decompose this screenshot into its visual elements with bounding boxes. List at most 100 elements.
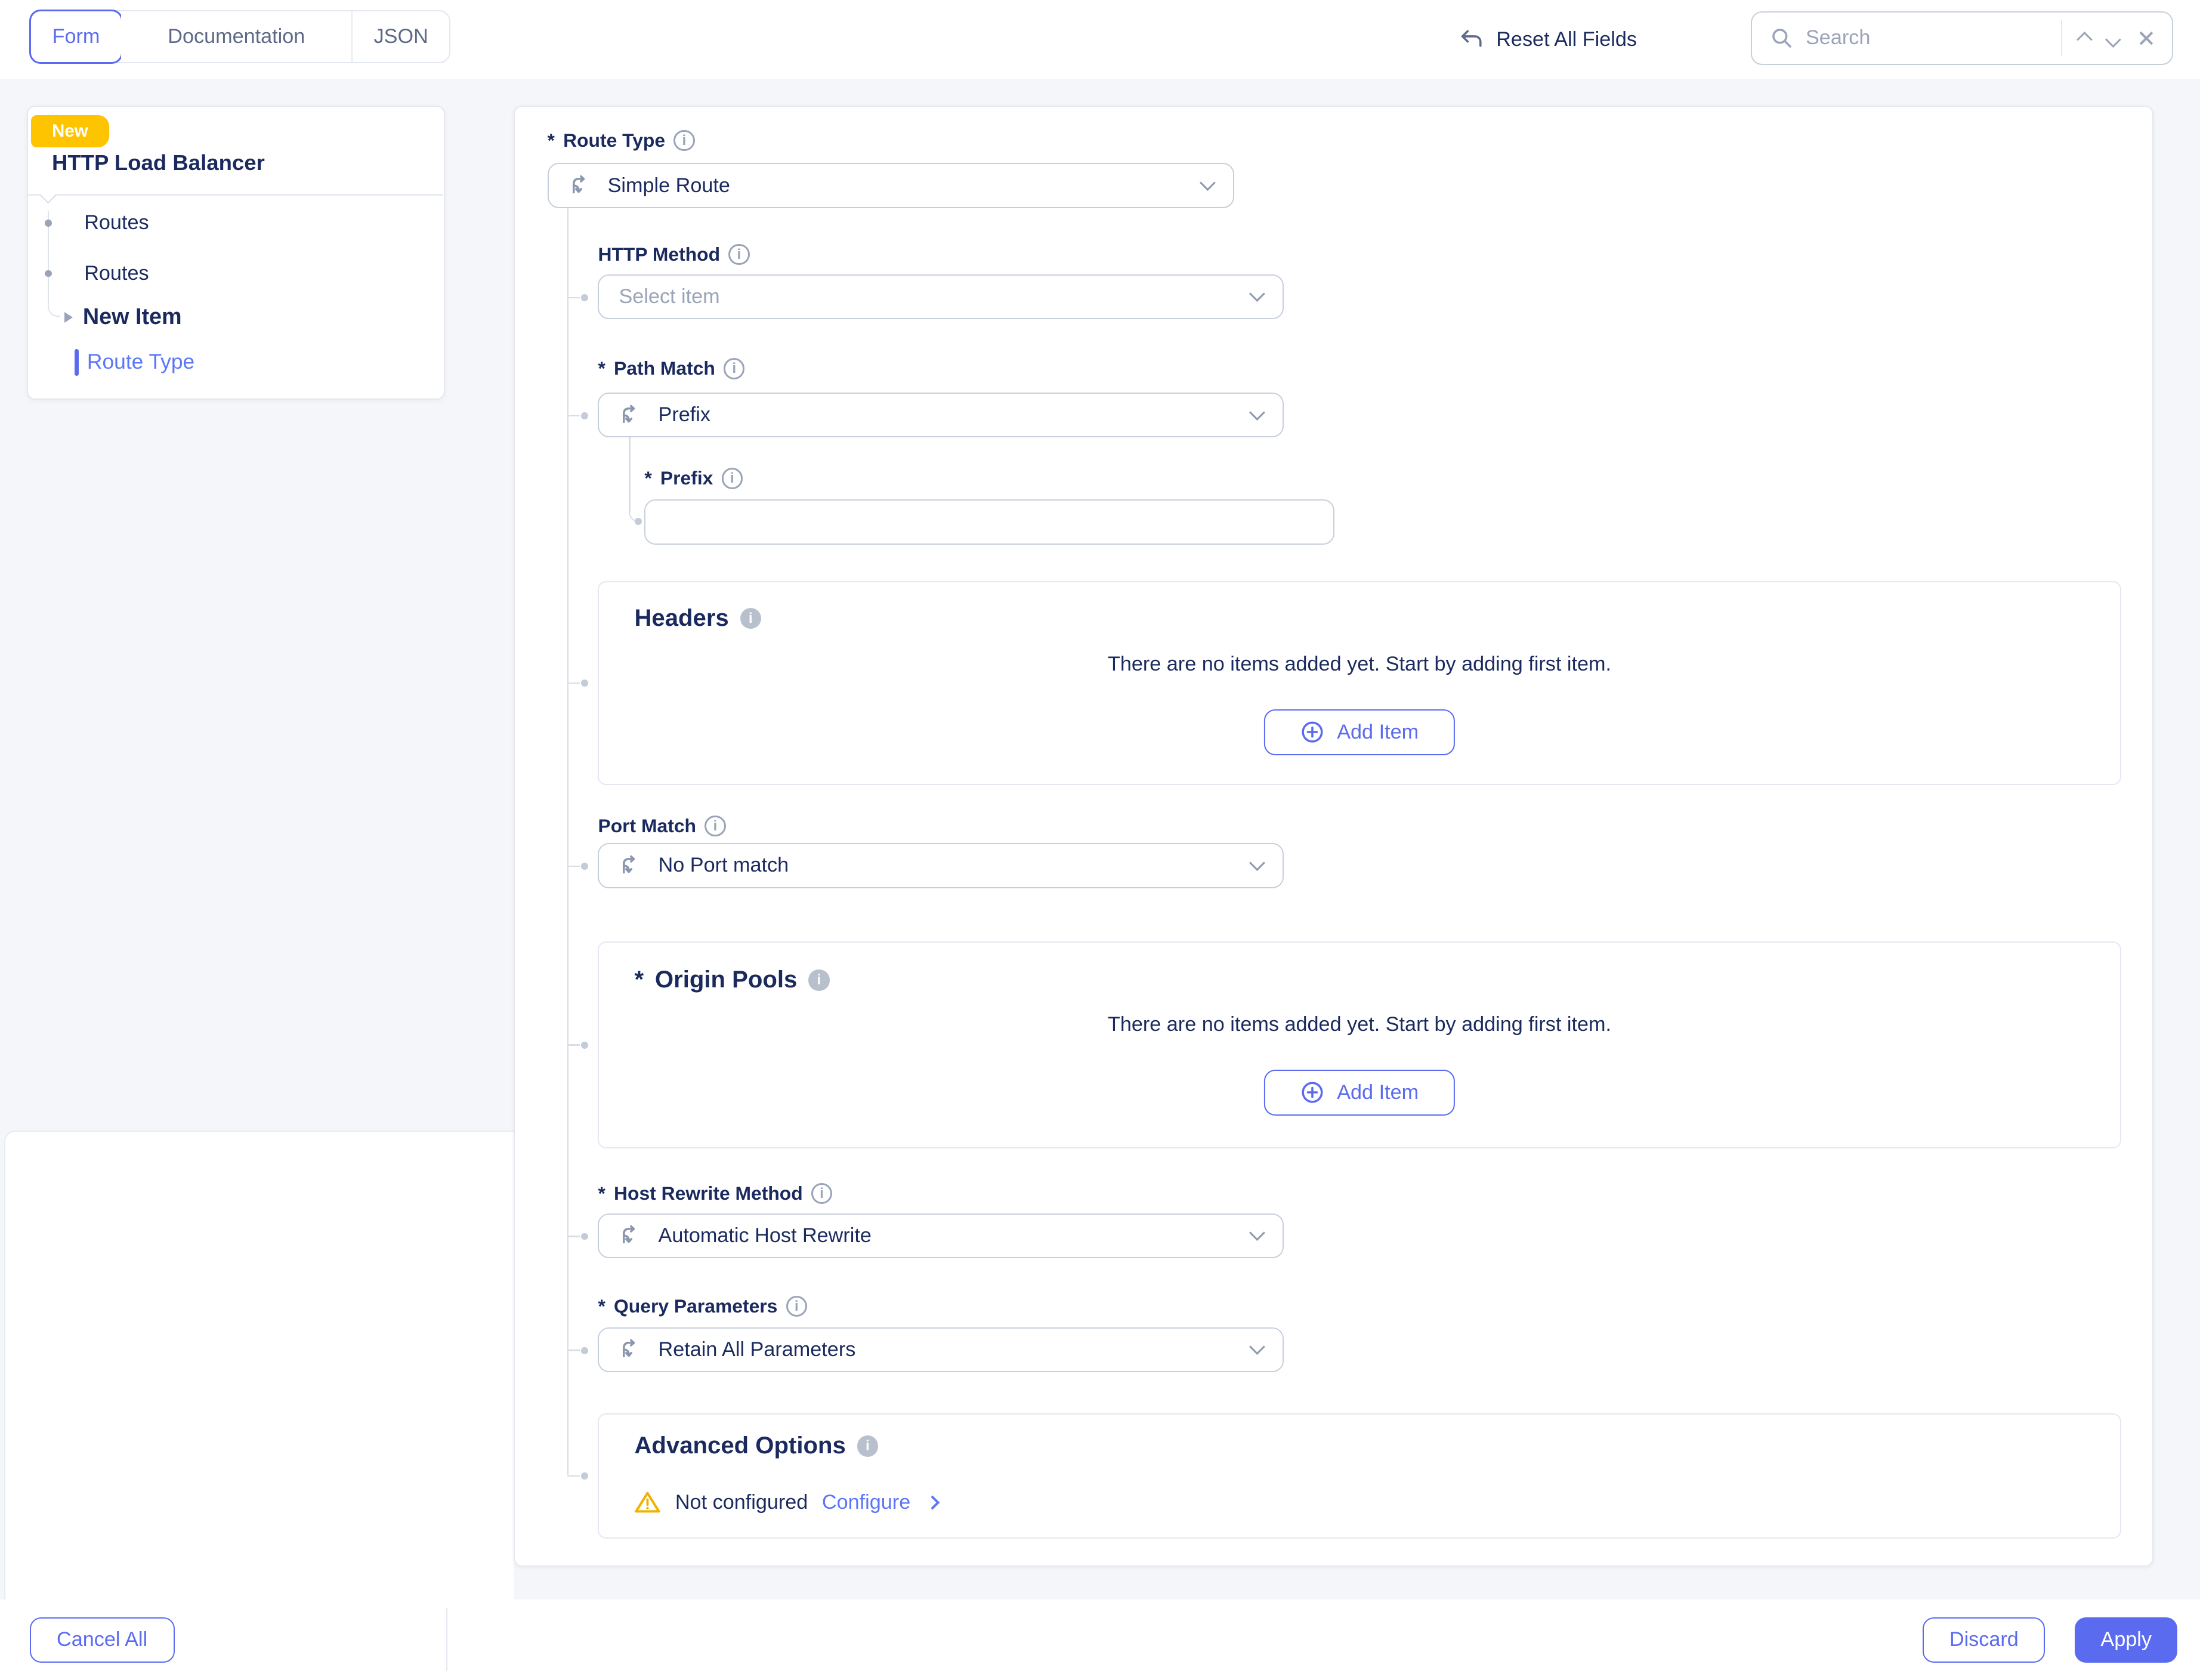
- section-title-text: Origin Pools: [655, 966, 797, 993]
- connector-stub: [567, 1044, 580, 1045]
- not-configured-text: Not configured: [675, 1491, 808, 1514]
- chevron-down-icon: [1249, 1339, 1265, 1355]
- info-icon[interactable]: [722, 468, 743, 489]
- add-item-label: Add Item: [1337, 721, 1419, 744]
- configure-link[interactable]: Configure: [822, 1491, 910, 1514]
- cancel-all-button[interactable]: Cancel All: [30, 1617, 175, 1663]
- info-icon[interactable]: [740, 608, 761, 629]
- add-item-button[interactable]: Add Item: [1264, 709, 1455, 756]
- top-toolbar: Form Documentation JSON Reset All Fields: [0, 0, 2200, 79]
- connector-line: [567, 208, 568, 1475]
- query-parameters-value: Retain All Parameters: [659, 1338, 856, 1361]
- advanced-options-status-row: Not configured Configure: [634, 1490, 937, 1514]
- search-input[interactable]: [1806, 26, 2055, 50]
- sidebar-item-route-type[interactable]: Route Type: [87, 350, 194, 374]
- http-method-placeholder: Select item: [619, 285, 719, 308]
- origin-pools-title: * Origin Pools: [634, 966, 829, 993]
- route-type-select[interactable]: Simple Route: [548, 163, 1234, 208]
- reset-all-fields-button[interactable]: Reset All Fields: [1459, 0, 1637, 79]
- route-type-value: Simple Route: [608, 174, 730, 197]
- search-prev-button[interactable]: [2077, 22, 2093, 53]
- info-icon[interactable]: [724, 358, 744, 379]
- connector-stub: [567, 415, 580, 416]
- route-branch-icon: [619, 1224, 642, 1247]
- info-icon[interactable]: [786, 1296, 807, 1317]
- sidebar-item-routes-2[interactable]: Routes: [84, 262, 149, 285]
- http-method-select[interactable]: Select item: [598, 274, 1283, 320]
- chevron-down-icon: [1200, 175, 1216, 191]
- warning-icon: [634, 1490, 661, 1514]
- form-panel: * Route Type Simple Route HTTP Method Se…: [514, 106, 2153, 1567]
- apply-button[interactable]: Apply: [2075, 1617, 2177, 1663]
- headers-section: Headers There are no items added yet. St…: [598, 581, 2121, 785]
- section-title-text: Headers: [634, 605, 728, 632]
- headers-empty-text: There are no items added yet. Start by a…: [599, 653, 2119, 676]
- route-branch-icon: [619, 403, 642, 427]
- sidebar-item-routes-1[interactable]: Routes: [84, 211, 149, 234]
- prefix-input[interactable]: [644, 499, 1334, 545]
- search-icon: [1770, 27, 1793, 50]
- required-marker: *: [598, 1295, 605, 1317]
- route-branch-icon: [619, 854, 642, 878]
- sidebar-divider: [28, 194, 443, 195]
- view-tab-group: Form Documentation JSON: [30, 10, 451, 64]
- info-icon[interactable]: [728, 244, 749, 265]
- sidebar-title: HTTP Load Balancer: [52, 150, 265, 175]
- info-icon[interactable]: [705, 816, 725, 836]
- connector-dot: [581, 863, 588, 870]
- connector-dot: [581, 1347, 588, 1354]
- tab-json[interactable]: JSON: [351, 11, 449, 63]
- port-match-select[interactable]: No Port match: [598, 843, 1283, 888]
- label-text: Port Match: [598, 815, 696, 837]
- port-match-value: No Port match: [659, 854, 789, 877]
- host-rewrite-label: * Host Rewrite Method: [598, 1179, 832, 1208]
- tab-form[interactable]: Form: [29, 10, 123, 63]
- http-method-label: HTTP Method: [598, 240, 749, 268]
- host-rewrite-value: Automatic Host Rewrite: [659, 1224, 872, 1247]
- path-match-select[interactable]: Prefix: [598, 393, 1283, 438]
- tree-connector-elbow: [48, 298, 60, 317]
- connector-dot: [581, 294, 588, 301]
- chevron-down-icon: [1249, 404, 1265, 421]
- label-text: Query Parameters: [614, 1295, 777, 1317]
- add-item-button[interactable]: Add Item: [1264, 1070, 1455, 1116]
- info-icon[interactable]: [811, 1183, 832, 1204]
- required-marker: *: [598, 357, 605, 379]
- navigation-sidebar: New HTTP Load Balancer Routes Routes New…: [27, 106, 445, 400]
- reset-all-fields-label: Reset All Fields: [1496, 28, 1637, 51]
- left-background-panel: [4, 1131, 514, 1679]
- search-next-button[interactable]: [2105, 22, 2121, 53]
- plus-circle-icon: [1300, 1080, 1324, 1104]
- search-divider: [2061, 20, 2062, 56]
- close-icon[interactable]: [2139, 30, 2155, 47]
- route-branch-icon: [619, 1338, 642, 1361]
- path-match-value: Prefix: [659, 403, 710, 427]
- label-text: Path Match: [614, 357, 715, 379]
- chevron-up-icon: [2077, 32, 2093, 48]
- port-match-label: Port Match: [598, 812, 725, 840]
- advanced-options-title: Advanced Options: [634, 1432, 878, 1459]
- connector-stub: [567, 866, 580, 867]
- advanced-options-section: Advanced Options Not configured Configur…: [598, 1413, 2121, 1539]
- info-icon[interactable]: [808, 969, 829, 990]
- info-icon[interactable]: [857, 1435, 878, 1456]
- tab-documentation[interactable]: Documentation: [121, 11, 351, 63]
- sidebar-item-new-item[interactable]: New Item: [83, 304, 182, 329]
- connector-dot: [581, 1042, 588, 1049]
- connector-stub: [567, 297, 580, 298]
- required-marker: *: [644, 467, 651, 489]
- page: Form Documentation JSON Reset All Fields: [0, 0, 2200, 1679]
- discard-button[interactable]: Discard: [1923, 1617, 2045, 1663]
- connector-stub: [567, 1475, 580, 1477]
- route-branch-icon: [568, 174, 592, 197]
- connector-dot: [581, 1472, 588, 1480]
- host-rewrite-select[interactable]: Automatic Host Rewrite: [598, 1213, 1283, 1259]
- origin-pools-empty-text: There are no items added yet. Start by a…: [599, 1013, 2119, 1036]
- label-text: Prefix: [660, 467, 713, 489]
- chevron-down-icon: [1249, 1225, 1265, 1241]
- query-parameters-label: * Query Parameters: [598, 1292, 807, 1320]
- chevron-right-icon: [925, 1495, 939, 1509]
- add-item-label: Add Item: [1337, 1081, 1419, 1104]
- info-icon[interactable]: [673, 130, 694, 151]
- query-parameters-select[interactable]: Retain All Parameters: [598, 1327, 1283, 1373]
